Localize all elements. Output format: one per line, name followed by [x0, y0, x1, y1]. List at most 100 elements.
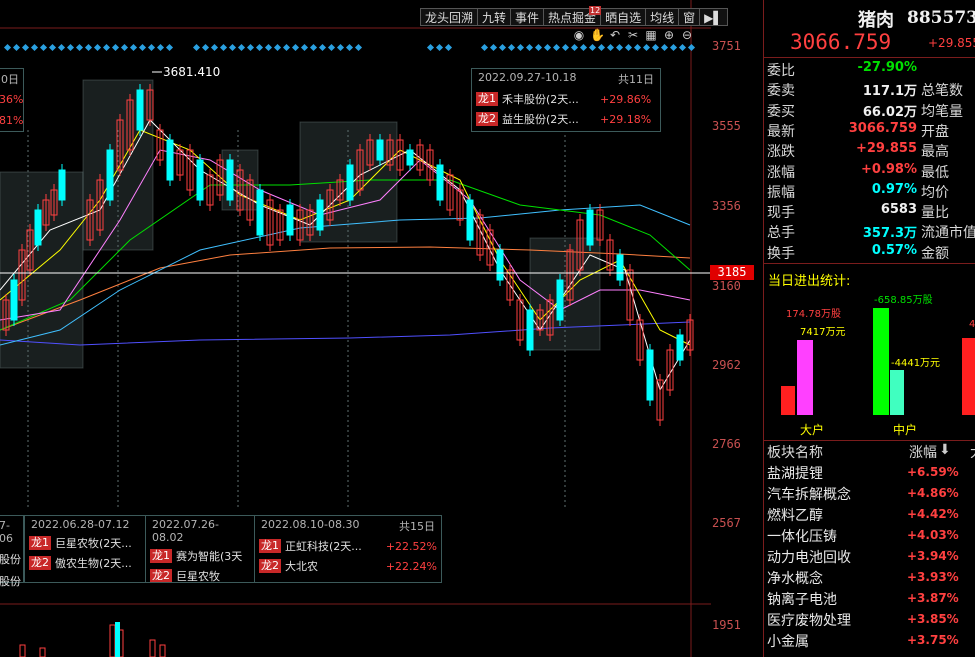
event-diamond	[669, 43, 678, 52]
event-diamond	[651, 43, 660, 52]
dragon-2-tag: 龙2	[150, 569, 172, 582]
leader-box-bottom-3[interactable]: 2022.08.10-08.30 共15日 龙1 正虹科技(2天... +22.52…	[254, 515, 442, 583]
candle-body	[436, 164, 444, 201]
toolbar-btn-leader-trace[interactable]: 龙头回溯	[420, 8, 478, 26]
chart-control-icons: ◉ ✋ ↶ ✂ ▦ ⊕ ⊖	[572, 28, 694, 42]
dragon-1-tag: 龙1	[29, 536, 51, 550]
sector-row[interactable]: 医疗废物处理 +3.85%	[767, 610, 975, 631]
candle-body	[286, 204, 294, 236]
event-diamond	[264, 43, 273, 52]
sector-row[interactable]: 钠离子电池 +3.87%	[767, 589, 975, 610]
sector-row[interactable]: 一体化压铸 +4.03%	[767, 526, 975, 547]
sector-col-extra[interactable]: 大	[970, 442, 975, 462]
event-diamond	[579, 43, 588, 52]
sector-row[interactable]: 小金属 +3.75%	[767, 631, 975, 652]
candle-body	[616, 254, 624, 281]
flow-bars	[781, 308, 975, 415]
dragon-1-stock[interactable]: 巨星农牧(2天...	[55, 535, 132, 551]
event-diamond	[30, 43, 39, 52]
partial-date: 7-06	[0, 519, 13, 545]
event-diamond	[480, 43, 489, 52]
event-diamond	[426, 43, 435, 52]
scissors-icon[interactable]: ✂	[626, 28, 640, 42]
sector-row-pct: +4.86%	[907, 486, 959, 500]
event-diamond	[615, 43, 624, 52]
event-diamond	[201, 43, 210, 52]
dragon-1-tag: 龙1	[476, 92, 498, 106]
candle-body	[556, 279, 564, 321]
undo-icon[interactable]: ↶	[608, 28, 622, 42]
zoom-out-icon[interactable]: ⊖	[680, 28, 694, 42]
event-diamond	[309, 43, 318, 52]
toolbar-collapse-icon[interactable]: ▶▌	[699, 8, 728, 26]
event-diamond	[588, 43, 597, 52]
sort-down-icon[interactable]: ⬇	[939, 442, 951, 458]
event-diamond	[219, 43, 228, 52]
sector-row-name: 净水概念	[767, 571, 823, 587]
kline-chart-area[interactable]: 3681.410 龙头回溯 九转 事件 热点掘金 晒自选 均线 窗 ▶▌ 12 …	[0, 0, 754, 657]
toolbar-btn-ma[interactable]: 均线	[645, 8, 679, 26]
sector-row[interactable]: 盐湖提锂 +6.59%	[767, 463, 975, 484]
current-price-tag: 3185	[710, 265, 754, 280]
leader-box-top[interactable]: 2022.09.27-10.18 共11日 龙1 禾丰股份(2天... +29.…	[471, 68, 661, 132]
event-diamond	[354, 43, 363, 52]
dragon-2-stock[interactable]: 傲农生物(2天...	[55, 555, 132, 571]
candle-body	[10, 279, 18, 321]
toolbar-btn-events[interactable]: 事件	[510, 8, 544, 26]
toolbar-btn-nine-turn[interactable]: 九转	[477, 8, 511, 26]
event-diamond	[336, 43, 345, 52]
event-diamond	[102, 43, 111, 52]
event-diamond	[282, 43, 291, 52]
partial-pct2: 81%	[0, 114, 24, 127]
price-axis-label: 3555	[712, 119, 741, 133]
dragon-2-stock[interactable]: 大北农	[285, 558, 386, 574]
event-diamond	[327, 43, 336, 52]
hand-icon[interactable]: ✋	[590, 28, 605, 42]
sector-row-name: 一体化压铸	[767, 529, 837, 545]
toolbar-btn-window[interactable]: 窗	[678, 8, 700, 26]
event-diamond	[111, 43, 120, 52]
sector-row[interactable]: 净水概念 +3.93%	[767, 568, 975, 589]
event-diamond	[345, 43, 354, 52]
sector-row[interactable]: 汽车拆解概念 +4.86%	[767, 484, 975, 505]
dragon-1-stock[interactable]: 禾丰股份(2天...	[502, 91, 600, 107]
dragon-2-tag: 龙2	[259, 559, 281, 573]
toolbar-btn-share-watchlist[interactable]: 晒自选	[600, 8, 646, 26]
zoom-in-icon[interactable]: ⊕	[662, 28, 676, 42]
event-diamond	[246, 43, 255, 52]
candle-body	[166, 139, 174, 181]
event-diamond	[660, 43, 669, 52]
event-diamond	[507, 43, 516, 52]
volume-bar	[19, 644, 26, 657]
dragon-2-stock[interactable]: 巨星农牧	[176, 568, 220, 582]
big-caption: 大户	[800, 423, 825, 437]
event-diamond	[561, 43, 570, 52]
sector-col-name[interactable]: 板块名称	[767, 445, 823, 461]
eye-icon[interactable]: ◉	[572, 28, 586, 42]
small-bar	[962, 338, 975, 415]
event-diamond	[48, 43, 57, 52]
sector-row-pct: +3.87%	[907, 591, 959, 605]
event-diamond	[570, 43, 579, 52]
event-diamond	[678, 43, 687, 52]
calendar-icon[interactable]: ▦	[644, 28, 658, 42]
event-diamond	[516, 43, 525, 52]
partial-days: 0日	[1, 73, 19, 86]
event-diamond	[606, 43, 615, 52]
candle-body	[106, 149, 114, 201]
volume-bar	[109, 624, 116, 657]
dragon-1-stock[interactable]: 正虹科技(2天...	[285, 538, 386, 554]
event-diamond	[525, 43, 534, 52]
sector-row-name: 钠离子电池	[767, 592, 837, 608]
sector-col-pct[interactable]: 涨幅	[909, 442, 937, 462]
sector-row-pct: +3.75%	[907, 633, 959, 647]
event-diamond	[93, 43, 102, 52]
sector-row[interactable]: 燃料乙醇 +4.42%	[767, 505, 975, 526]
mid-caption: 中户	[893, 423, 918, 437]
box-date-range: 2022.08.10-08.30	[261, 518, 360, 531]
dragon-2-stock[interactable]: 益生股份(2天...	[502, 111, 600, 127]
sector-row[interactable]: 动力电池回收 +3.94%	[767, 547, 975, 568]
leader-box-bottom-1[interactable]: 2022.06.28-07.12 龙1 巨星农牧(2天... 龙2 傲农生物(2天.…	[24, 515, 146, 583]
leader-box-bottom-2[interactable]: 2022.07.26-08.02 龙1 赛为智能(3天 龙2 巨星农牧	[145, 515, 255, 583]
dragon-1-stock[interactable]: 赛为智能(3天	[176, 548, 242, 564]
